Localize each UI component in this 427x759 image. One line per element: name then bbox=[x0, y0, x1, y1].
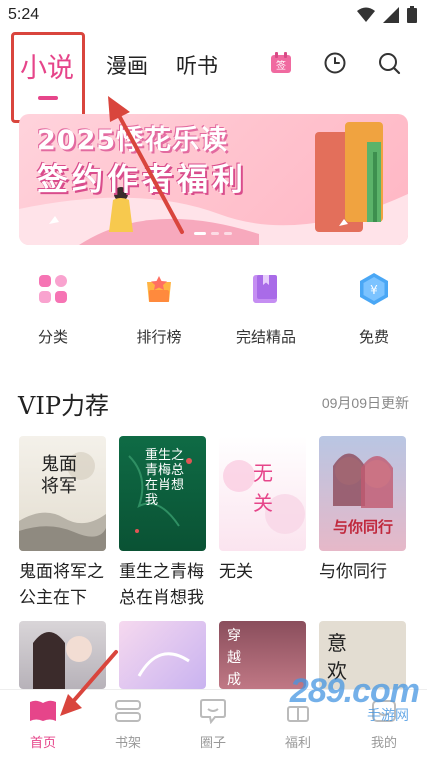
trophy-icon bbox=[142, 272, 176, 306]
book-cover bbox=[119, 621, 206, 689]
section-update-date: 09月09日更新 bbox=[321, 395, 409, 411]
category-classify[interactable]: 分类 bbox=[13, 272, 93, 347]
sign-badge-text: 签 bbox=[276, 59, 286, 72]
category-label: 免费 bbox=[358, 329, 389, 346]
book-cover: 无关 bbox=[219, 436, 306, 551]
book-cover bbox=[19, 621, 106, 689]
status-icons bbox=[357, 6, 417, 23]
battery-icon bbox=[407, 6, 417, 23]
nav-community[interactable]: 圈子 bbox=[183, 698, 243, 751]
book-cover: 重生之青梅总在肖想我 bbox=[119, 436, 206, 551]
banner-dot bbox=[194, 232, 206, 235]
nav-label: 我的 bbox=[370, 735, 397, 750]
promo-banner[interactable]: 2025悸花乐读 签约作者福利 bbox=[19, 114, 408, 245]
bookshelf-icon bbox=[113, 698, 143, 724]
book-cover-title: 重生之青梅总在肖想我 bbox=[145, 448, 185, 508]
signal-icon bbox=[383, 6, 399, 23]
nav-label: 福利 bbox=[284, 735, 311, 750]
book-cover-title: 鬼面将军 bbox=[41, 454, 77, 497]
book-title: 重生之青梅总在肖想我 bbox=[119, 562, 204, 607]
watermark-subtitle: 手游网 bbox=[367, 707, 409, 723]
category-ranking[interactable]: 排行榜 bbox=[119, 272, 199, 347]
svg-text:¥: ¥ bbox=[370, 283, 378, 297]
tab-comic[interactable]: 漫画 bbox=[106, 50, 148, 80]
category-label: 排行榜 bbox=[136, 329, 182, 346]
tab-audiobook[interactable]: 听书 bbox=[176, 50, 218, 80]
nav-label: 书架 bbox=[114, 735, 141, 750]
banner-dot bbox=[211, 232, 219, 235]
nav-home[interactable]: 首页 bbox=[13, 698, 73, 751]
banner-title-line1: 2025悸花乐读 bbox=[37, 125, 229, 156]
wifi-icon bbox=[357, 7, 375, 22]
book-cover: 鬼面将军 bbox=[19, 436, 106, 551]
book-cover-title: 与你同行 bbox=[332, 518, 393, 536]
section-title: VIP力荐 bbox=[18, 392, 109, 420]
home-book-icon bbox=[28, 698, 58, 724]
nav-bookshelf[interactable]: 书架 bbox=[98, 698, 158, 751]
category-row: 分类 排行榜 完结精品 ¥ 免费 bbox=[0, 272, 427, 352]
nav-label: 首页 bbox=[29, 735, 56, 750]
category-completed[interactable]: 完结精品 bbox=[226, 272, 306, 347]
book-cover-title: 无关 bbox=[253, 461, 273, 515]
book-cover-art bbox=[33, 632, 92, 689]
history-clock-icon[interactable] bbox=[322, 50, 348, 76]
book-cover-art bbox=[137, 652, 190, 677]
nav-label: 圈子 bbox=[199, 735, 226, 750]
annotation-highlight-box bbox=[11, 32, 85, 123]
status-bar: 5:24 bbox=[0, 0, 427, 30]
search-icon[interactable] bbox=[376, 50, 402, 76]
book-title: 与你同行 bbox=[319, 562, 387, 581]
banner-dot bbox=[224, 232, 232, 235]
category-label: 完结精品 bbox=[235, 329, 296, 346]
banner-title-line2: 签约作者福利 bbox=[37, 162, 247, 198]
category-label: 分类 bbox=[37, 329, 68, 346]
yen-hexagon-icon: ¥ bbox=[357, 272, 391, 306]
book-cover-title: 穿越成 bbox=[227, 628, 241, 688]
banner-pagination bbox=[194, 232, 232, 235]
category-free[interactable]: ¥ 免费 bbox=[334, 272, 414, 347]
book-title: 鬼面将军之公主在下 bbox=[19, 562, 104, 607]
chat-bubble-icon bbox=[198, 698, 228, 724]
book-cover: 与你同行 bbox=[319, 436, 406, 551]
sign-in-icon[interactable]: 签 bbox=[268, 50, 294, 76]
status-time: 5:24 bbox=[8, 6, 40, 23]
book-icon bbox=[249, 272, 283, 306]
grid-icon bbox=[36, 272, 70, 306]
book-title: 无关 bbox=[219, 562, 253, 581]
